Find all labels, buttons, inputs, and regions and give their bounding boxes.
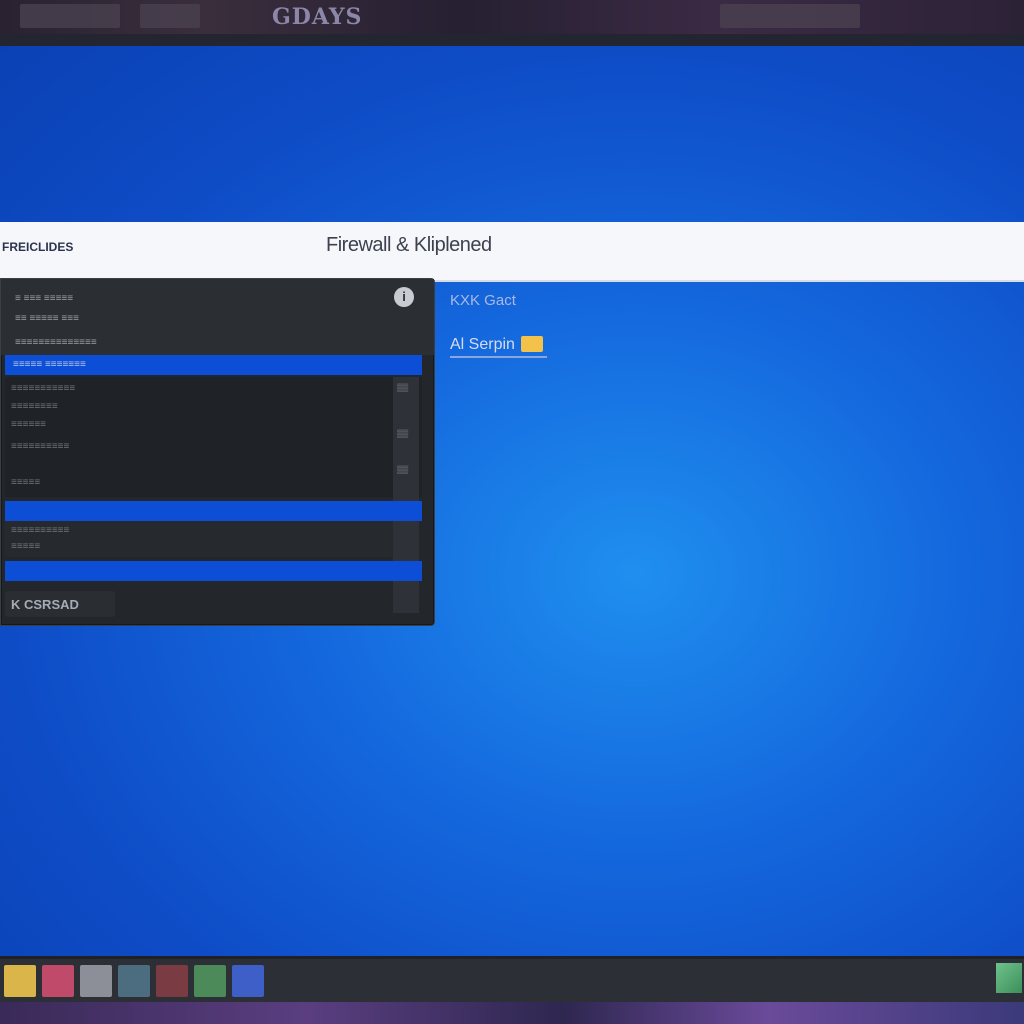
top-background-strip: GDAYS (0, 0, 1024, 34)
list-item[interactable]: ≡≡≡≡≡≡≡≡ (11, 401, 58, 412)
background-shape (720, 4, 860, 28)
tray-app-icon[interactable] (996, 963, 1022, 993)
taskbar (0, 956, 1024, 1005)
panel-header-line: ≡≡≡≡≡≡≡≡≡≡≡≡≡≡ (15, 337, 97, 348)
bottom-background-strip (0, 1002, 1024, 1024)
settings-link[interactable]: Al Serpin (450, 336, 547, 358)
highlighted-row[interactable] (5, 501, 422, 521)
section-label: KXK Gact (450, 292, 516, 309)
highlighted-row-label: ≡≡≡≡≡ ≡≡≡≡≡≡≡ (13, 359, 86, 370)
window-title: Firewall & Kliplened (326, 234, 492, 256)
monitor-bezel-top (0, 34, 1024, 46)
window-title-bar: FREICLIDES Firewall & Kliplened (0, 222, 1024, 282)
sub-item[interactable]: ≡≡≡≡≡≡≡≡≡≡ (11, 525, 69, 536)
panel-header-line: ≡≡ ≡≡≡≡≡ ≡≡≡ (15, 313, 79, 324)
taskbar-app-icon[interactable] (232, 965, 264, 997)
scroll-marker: ▒▒ (397, 383, 409, 392)
shield-icon (520, 336, 543, 352)
taskbar-app-icon[interactable] (4, 965, 36, 997)
list-item[interactable]: ≡≡≡≡≡≡ (11, 419, 46, 430)
panel-sub-section: ≡≡≡≡≡≡≡≡≡≡ ≡≡≡≡≡ (5, 521, 393, 557)
panel-header: ≡ ≡≡≡ ≡≡≡≡≡ ≡≡ ≡≡≡≡≡ ≡≡≡ ≡≡≡≡≡≡≡≡≡≡≡≡≡≡ … (1, 279, 434, 355)
background-sign-text: GDAYS (272, 4, 363, 30)
panel-header-line: ≡ ≡≡≡ ≡≡≡≡≡ (15, 293, 74, 304)
panel-action-button-label: K CSRSAD (11, 597, 79, 612)
panel-list: ≡≡≡≡≡≡≡≡≡≡≡ ≡≡≡≡≡≡≡≡ ≡≡≡≡≡≡ ≡≡≡≡≡≡≡≡≡≡ ≡… (5, 377, 422, 497)
sub-item[interactable]: ≡≡≡≡≡ (11, 541, 40, 552)
settings-panel: ≡ ≡≡≡ ≡≡≡≡≡ ≡≡ ≡≡≡≡≡ ≡≡≡ ≡≡≡≡≡≡≡≡≡≡≡≡≡≡ … (0, 278, 435, 626)
taskbar-app-icon[interactable] (42, 965, 74, 997)
list-item[interactable]: ≡≡≡≡≡≡≡≡≡≡≡ (11, 383, 75, 394)
settings-link-label: Al Serpin (450, 336, 515, 353)
taskbar-app-icon[interactable] (118, 965, 150, 997)
background-shape (20, 4, 120, 28)
list-item[interactable]: ≡≡≡≡≡≡≡≡≡≡ (11, 441, 69, 452)
scroll-marker: ▒▒ (397, 465, 409, 474)
panel-action-button[interactable]: K CSRSAD (5, 591, 115, 617)
background-shape (140, 4, 200, 28)
taskbar-app-icon[interactable] (194, 965, 226, 997)
taskbar-app-icon[interactable] (80, 965, 112, 997)
highlighted-row[interactable]: ≡≡≡≡≡ ≡≡≡≡≡≡≡ (5, 355, 422, 375)
scroll-marker: ▒▒ (397, 429, 409, 438)
highlighted-row[interactable] (5, 561, 422, 581)
taskbar-icons (4, 965, 264, 999)
taskbar-app-icon[interactable] (156, 965, 188, 997)
list-item[interactable]: ≡≡≡≡≡ (11, 477, 40, 488)
desktop-screen: FREICLIDES Firewall & Kliplened ≡ ≡≡≡ ≡≡… (0, 46, 1024, 956)
breadcrumb[interactable]: FREICLIDES (2, 240, 73, 254)
info-icon[interactable]: i (394, 287, 414, 307)
photo-frame: GDAYS FREICLIDES Firewall & Kliplened ≡ … (0, 0, 1024, 1024)
